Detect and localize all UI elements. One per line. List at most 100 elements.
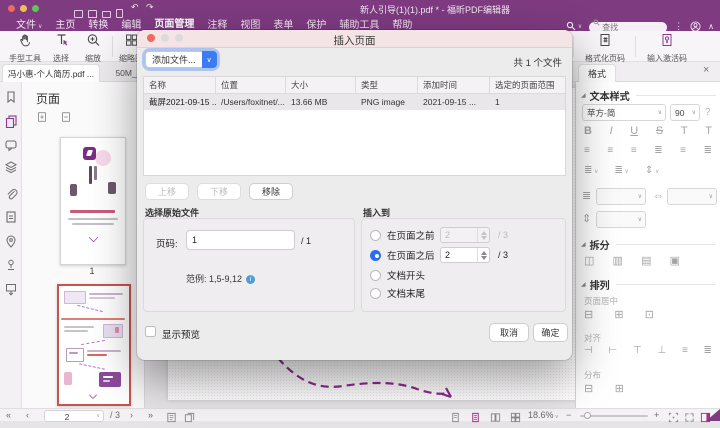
superscript-button[interactable]: T: [681, 125, 688, 137]
minimize-window-button[interactable]: [20, 5, 27, 12]
insert-after-stepper[interactable]: 2: [440, 247, 490, 263]
underline-button[interactable]: U: [630, 125, 638, 137]
menu-view[interactable]: 视图: [240, 16, 260, 31]
font-family-select[interactable]: 苹方-简 ∨: [582, 104, 666, 121]
duplicate-view-icon[interactable]: [184, 410, 195, 428]
italic-button[interactable]: I: [610, 125, 613, 137]
font-help-icon[interactable]: ?: [705, 107, 711, 118]
show-preview-checkbox[interactable]: [145, 326, 156, 337]
zoom-out-button[interactable]: −: [566, 410, 571, 420]
split-section-header[interactable]: ◢ 拆分: [581, 237, 716, 252]
format-page-number-button[interactable]: 格式化页码: [577, 33, 633, 64]
insert-doc-end-option[interactable]: 文档末尾: [370, 285, 425, 301]
move-up-button[interactable]: 上移: [145, 183, 189, 200]
remove-button[interactable]: 移除: [249, 183, 293, 200]
chevron-down-icon[interactable]: ∨: [96, 413, 100, 419]
col-location[interactable]: 位置: [216, 77, 286, 93]
doc-tab-resume[interactable]: 冯小惠-个人简历.pdf ...: [2, 64, 100, 83]
arrange-section-header[interactable]: ◢ 排列: [581, 277, 716, 292]
collapse-toolbar-icon[interactable]: ∧: [708, 22, 714, 31]
insert-after-option[interactable]: 在页面之后: [370, 247, 435, 263]
page-range-input[interactable]: [186, 230, 295, 250]
align-center-icon[interactable]: ≡: [607, 145, 613, 156]
first-page-button[interactable]: «: [6, 410, 11, 420]
comments-panel-icon[interactable]: [4, 138, 18, 152]
fields-panel-icon[interactable]: [4, 282, 18, 296]
page-thumbnail-2-selected[interactable]: [57, 284, 131, 406]
prev-page-button[interactable]: ‹: [26, 410, 29, 420]
next-page-button[interactable]: ›: [130, 410, 133, 420]
menu-accessibility[interactable]: 辅助工具: [339, 16, 379, 31]
zoom-level-display[interactable]: 18.6% ∨: [528, 410, 559, 420]
close-panel-icon[interactable]: ×: [703, 64, 709, 76]
bookmarks-panel-icon[interactable]: [4, 90, 18, 104]
text-style-section-header[interactable]: ◢ 文本样式: [581, 88, 716, 103]
continuous-view-icon-active[interactable]: [470, 410, 481, 428]
table-row[interactable]: 截屏2021-09-15 ... /Users/foxitnet/... 13.…: [144, 94, 565, 110]
center-horizontal-icon[interactable]: ⊟: [584, 308, 593, 321]
stepper-arrows-icon[interactable]: [477, 228, 489, 242]
insert-doc-start-option[interactable]: 文档开头: [370, 267, 425, 283]
menu-comment[interactable]: 注释: [207, 16, 227, 31]
zoom-slider-knob[interactable]: [584, 412, 591, 419]
split-vertical-icon[interactable]: ◫: [584, 254, 594, 267]
split-merge-icon[interactable]: ▤: [641, 254, 651, 267]
single-page-view-icon[interactable]: [450, 410, 461, 428]
hand-tool-button[interactable]: 手型工具: [4, 33, 46, 64]
vertical-offset-field[interactable]: ∨: [596, 211, 646, 228]
radio-unchecked-icon[interactable]: [370, 288, 381, 299]
menu-edit[interactable]: 编辑: [121, 16, 141, 31]
delete-page-icon[interactable]: [60, 110, 72, 128]
indent-decrease-icon[interactable]: ≡: [680, 145, 686, 156]
format-panel-tab[interactable]: 格式: [578, 64, 616, 83]
undo-icon[interactable]: ↶: [131, 3, 139, 12]
activation-code-button[interactable]: 输入激活码: [638, 33, 696, 64]
add-file-button[interactable]: 添加文件... ∨: [145, 51, 217, 68]
fit-page-icon[interactable]: [668, 410, 679, 428]
subscript-button[interactable]: T: [705, 125, 712, 137]
pages-panel-icon[interactable]: [4, 114, 18, 128]
more-options-icon[interactable]: ⋮: [674, 21, 683, 32]
page-1-number[interactable]: 1: [60, 266, 124, 276]
col-size[interactable]: 大小: [286, 77, 356, 93]
signature-panel-icon[interactable]: [4, 258, 18, 272]
fullscreen-icon[interactable]: [684, 410, 695, 428]
radio-unchecked-icon[interactable]: [370, 270, 381, 281]
zoom-in-button[interactable]: +: [654, 410, 659, 420]
strikethrough-button[interactable]: S: [656, 125, 663, 137]
col-added-time[interactable]: 添加时间: [418, 77, 490, 93]
stepper-arrows-icon[interactable]: [477, 248, 489, 262]
last-page-button[interactable]: »: [148, 410, 153, 420]
font-size-select[interactable]: 90 ∨: [670, 104, 700, 121]
page-layout-icon[interactable]: [166, 410, 177, 428]
layers-panel-icon[interactable]: [4, 160, 18, 174]
col-type[interactable]: 类型: [356, 77, 418, 93]
col-name[interactable]: 名称: [144, 77, 216, 93]
insert-before-option[interactable]: 在页面之前: [370, 227, 435, 243]
numbered-list-icon[interactable]: ≣ ∨: [614, 165, 628, 176]
col-page-range[interactable]: 选定的页面范围: [490, 77, 565, 93]
destinations-panel-icon[interactable]: [4, 210, 18, 224]
attachments-panel-icon[interactable]: [4, 188, 18, 202]
insert-page-icon[interactable]: [36, 110, 48, 128]
add-file-dropdown-icon[interactable]: ∨: [202, 51, 217, 68]
facing-view-icon[interactable]: [490, 410, 501, 428]
menu-convert[interactable]: 转换: [88, 16, 108, 31]
menu-home[interactable]: 主页: [55, 16, 75, 31]
split-horizontal-icon[interactable]: ▥: [613, 254, 623, 267]
distribute-horizontal-icon[interactable]: ⊟: [584, 382, 593, 395]
line-spacing-field[interactable]: ∨: [596, 188, 646, 205]
cancel-button[interactable]: 取消: [489, 323, 529, 342]
align-obj-left-icon[interactable]: ⊣: [584, 345, 593, 356]
ok-button[interactable]: 确定: [533, 323, 568, 342]
distribute-vertical-icon[interactable]: ⊞: [615, 382, 624, 395]
redo-icon[interactable]: ↷: [146, 3, 154, 12]
align-obj-right-icon[interactable]: ⊢: [608, 345, 617, 356]
align-obj-vcenter-icon[interactable]: ≣: [704, 345, 712, 356]
center-vertical-icon[interactable]: ⊞: [614, 308, 623, 321]
text-direction-icon[interactable]: ⇕ ∨: [645, 165, 659, 176]
bold-button[interactable]: B: [584, 125, 592, 137]
align-obj-bottom-icon[interactable]: ⊥: [657, 345, 666, 356]
align-left-icon[interactable]: ≡: [584, 145, 590, 156]
align-obj-top-icon[interactable]: ⊤: [633, 345, 642, 356]
